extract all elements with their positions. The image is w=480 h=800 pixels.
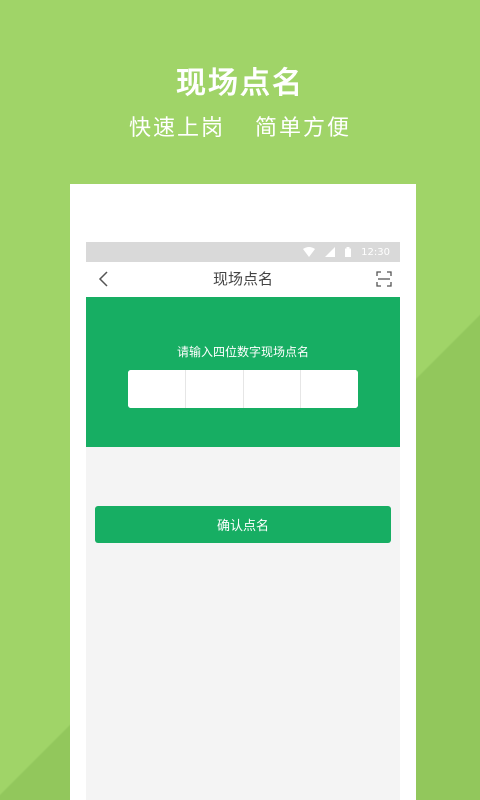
roll-call-panel: 请输入四位数字现场点名 — [86, 297, 400, 447]
page-title: 现场点名 — [212, 270, 273, 288]
code-digit-input-3[interactable] — [242, 370, 301, 408]
wifi-icon — [303, 247, 316, 257]
app-screen: 12:30 现场点名 请输入四位数字现场点名 确认点名 — [86, 242, 400, 800]
nav-bar: 现场点名 — [86, 262, 400, 297]
code-digit-input-1[interactable] — [128, 370, 185, 408]
promo-title: 现场点名 — [176, 66, 304, 101]
status-time: 12:30 — [361, 246, 390, 258]
confirm-roll-call-button[interactable]: 确认点名 — [95, 506, 391, 543]
signal-icon — [325, 247, 336, 257]
code-digit-input-4[interactable] — [300, 370, 358, 408]
scan-icon[interactable] — [376, 271, 392, 287]
code-digit-input-2[interactable] — [184, 370, 243, 408]
roll-call-prompt: 请输入四位数字现场点名 — [176, 345, 309, 359]
code-input-group — [128, 370, 358, 408]
phone-frame: 12:30 现场点名 请输入四位数字现场点名 确认点名 — [70, 184, 416, 800]
battery-icon — [345, 247, 352, 257]
promo-subtitle: 快速上岗 简单方便 — [129, 116, 351, 141]
status-bar: 12:30 — [86, 242, 400, 262]
